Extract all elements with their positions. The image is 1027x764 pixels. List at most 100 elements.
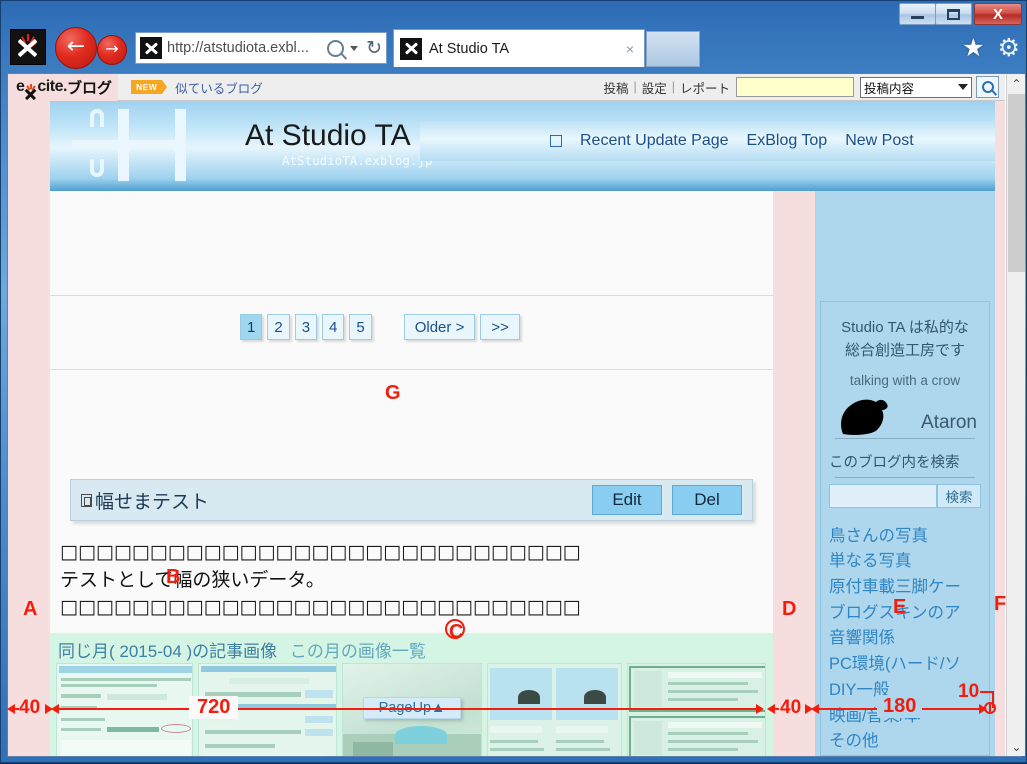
scrollbar-thumb[interactable]: [1008, 94, 1025, 272]
gallery-thumbnail[interactable]: [198, 663, 337, 756]
forward-arrow-icon: →: [105, 39, 119, 58]
sidebar-search-button[interactable]: 検索: [937, 483, 981, 508]
sidebar-categories: 鳥さんの写真 単なる写真 原付車載三脚ケー ブログスキンのア 音響関係 PC環境…: [829, 524, 981, 756]
delete-button[interactable]: Del: [672, 485, 742, 515]
edit-button[interactable]: Edit: [592, 485, 662, 515]
site-logo-button[interactable]: [10, 29, 46, 65]
tab-close-icon[interactable]: ×: [622, 41, 638, 57]
back-button[interactable]: ←: [55, 27, 97, 69]
gallery-thumbnail[interactable]: [486, 663, 623, 756]
menu-report[interactable]: レポート: [680, 78, 730, 97]
nav-square-icon: [550, 135, 562, 147]
post-body-line-2: テストとして幅の狭いデータ。: [60, 569, 325, 591]
nav-exblog-top[interactable]: ExBlog Top: [747, 132, 828, 150]
gallery-month-link[interactable]: この月の画像一覧: [290, 642, 426, 661]
close-button[interactable]: X: [974, 3, 1022, 25]
blog-title: At Studio TA: [245, 119, 411, 152]
page-button-5[interactable]: 5: [349, 314, 372, 340]
pagination-row: 1 2 3 4 5 Older > >>: [50, 296, 773, 356]
menu-sep-1: |: [633, 80, 637, 94]
post-body-line-3: □□□□□□□□□□□□□□□□□□□□□□□□□□□□□: [60, 596, 581, 619]
address-text: http://atstudiota.exbl...: [167, 40, 309, 56]
crow-icon: [841, 399, 888, 435]
post-title-bar: 幅せまテスト Edit Del: [70, 479, 753, 521]
maximize-button[interactable]: [935, 3, 972, 25]
chevron-down-icon[interactable]: [350, 45, 359, 51]
window-controls: X: [899, 3, 1022, 25]
excite-toolbar: e cite. ブログ NEW 似ているブログ 投稿 | 設定 | レポート 投稿…: [8, 74, 1005, 101]
post-title: 幅せまテスト: [95, 491, 210, 513]
reload-icon[interactable]: ↻: [366, 37, 382, 59]
blog-header: At Studio TA AtStudioTA.exblog.jp Recent…: [50, 101, 995, 191]
sidebar-category-tripod-case[interactable]: 原付車載三脚ケー: [829, 575, 981, 601]
similar-blogs-link[interactable]: 似ているブログ: [175, 78, 263, 97]
address-favicon: [140, 37, 162, 59]
page-viewport: e cite. ブログ NEW 似ているブログ 投稿 | 設定 | レポート 投稿…: [7, 73, 1022, 757]
page-up-button[interactable]: PageUp▲: [363, 697, 461, 719]
gallery-thumbnail[interactable]: [56, 663, 194, 756]
nav-new-post[interactable]: New Post: [845, 132, 913, 150]
page-button-4[interactable]: 4: [322, 314, 345, 340]
outer-gap-band: [995, 101, 1005, 756]
page-button-1[interactable]: 1: [240, 314, 263, 340]
menu-sep-2: |: [671, 80, 675, 94]
sidebar-category-blog-skin[interactable]: ブログスキンのア: [829, 601, 981, 627]
blog-nav: Recent Update Page ExBlog Top New Post: [420, 121, 995, 161]
excite-search-scope-select[interactable]: 投稿内容: [860, 76, 972, 98]
pagination: 1 2 3 4 5 Older > >>: [240, 314, 520, 340]
tab-label: At Studio TA: [429, 40, 510, 57]
site-logo-icon: [15, 34, 41, 60]
excite-logo-cite: cite: [37, 78, 63, 95]
sidebar-search-input[interactable]: [829, 483, 937, 508]
post-body-line-1: □□□□□□□□□□□□□□□□□□□□□□□□□□□□□: [60, 541, 581, 563]
excite-toolbar-right: 投稿 | 設定 | レポート 投稿内容: [603, 76, 1005, 98]
address-bar[interactable]: http://atstudiota.exbl... ↻: [135, 32, 387, 64]
back-arrow-icon: ←: [66, 34, 86, 59]
page-body: At Studio TA AtStudioTA.exblog.jp Recent…: [8, 101, 1005, 756]
left-margin-band: [8, 101, 50, 756]
blog-logo-icon: [70, 107, 215, 185]
last-page-button[interactable]: >>: [480, 314, 520, 340]
sidebar-category-bird-photos[interactable]: 鳥さんの写真: [829, 524, 981, 550]
maximize-icon: [947, 8, 960, 20]
vertical-scrollbar[interactable]: ⌃ ⌄: [1006, 74, 1025, 756]
address-search-icon[interactable]: [327, 39, 345, 57]
month-image-gallery: 同じ月( 2015-04 )の記事画像 この月の画像一覧: [50, 633, 773, 756]
sidebar-category-diy[interactable]: DIY一般: [829, 678, 981, 704]
excite-logo-jp: ブログ: [66, 79, 112, 97]
scroll-up-button[interactable]: ⌃: [1007, 74, 1026, 93]
tab-favicon: [400, 37, 422, 60]
nav-recent-update-page[interactable]: Recent Update Page: [580, 132, 729, 150]
tab-at-studio-ta[interactable]: At Studio TA ×: [393, 29, 645, 67]
scroll-down-button[interactable]: ⌄: [1007, 737, 1026, 756]
favorites-star-icon[interactable]: ★: [962, 33, 984, 62]
sidebar: Studio TA は私的な 総合創造工房です talking with a c…: [815, 191, 995, 756]
sidebar-category-movies-music-books[interactable]: 映画/音楽/本: [829, 704, 981, 730]
forward-button[interactable]: →: [97, 35, 127, 65]
sidebar-category-other[interactable]: その他: [829, 729, 981, 755]
gallery-heading-row: 同じ月( 2015-04 )の記事画像 この月の画像一覧: [58, 637, 426, 662]
excite-search-input[interactable]: [736, 77, 854, 97]
minimize-button[interactable]: [899, 3, 936, 25]
new-badge: NEW: [130, 80, 168, 94]
sidebar-search-heading: このブログ内を検索: [829, 454, 960, 471]
sidebar-category-pc-env[interactable]: PC環境(ハード/ソ: [829, 652, 981, 678]
gallery-thumbnail[interactable]: [627, 663, 766, 756]
page-button-3[interactable]: 3: [294, 314, 318, 340]
menu-settings[interactable]: 設定: [642, 78, 667, 97]
gear-icon[interactable]: ⚙: [998, 33, 1020, 62]
blog-subtitle: AtStudioTA.exblog.jp: [282, 153, 433, 168]
excite-logo[interactable]: e cite. ブログ: [8, 74, 118, 101]
sidebar-category-audio[interactable]: 音響関係: [829, 626, 981, 652]
excite-search-button[interactable]: [976, 76, 999, 98]
search-icon: [981, 81, 994, 93]
sidebar-category-plain-photos[interactable]: 単なる写真: [829, 549, 981, 575]
sidebar-divider: [835, 437, 975, 439]
page-button-2[interactable]: 2: [267, 314, 290, 340]
tab-strip-filler: [646, 31, 700, 67]
older-button[interactable]: Older >: [403, 314, 476, 340]
menu-post[interactable]: 投稿: [603, 78, 628, 97]
excite-search-scope-value: 投稿内容: [864, 81, 915, 96]
excite-logo-e: e: [16, 78, 25, 95]
sidebar-author: Ataron: [921, 411, 977, 433]
